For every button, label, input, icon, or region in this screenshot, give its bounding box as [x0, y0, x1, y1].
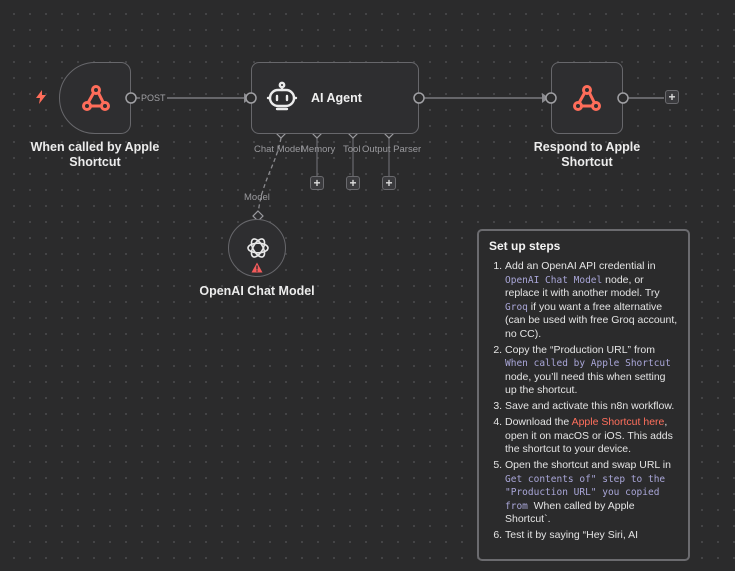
node-label-openai: OpenAI Chat Model [199, 284, 315, 298]
port-label-memory: Memory [301, 144, 336, 155]
trigger-bolt-icon [35, 90, 47, 109]
node-ai-agent[interactable]: AI Agent [251, 62, 419, 134]
add-tool-button[interactable]: + [346, 176, 360, 190]
output-port[interactable] [124, 91, 138, 105]
setup-step: Copy the “Production URL” from When call… [505, 344, 680, 398]
output-port[interactable] [616, 91, 630, 105]
node-label-webhook: When called by Apple Shortcut [30, 140, 160, 169]
webhook-icon [571, 82, 603, 119]
model-connection-label: Model [244, 192, 270, 203]
setup-step: Open the shortcut and swap URL in Get co… [505, 459, 680, 527]
setup-step: Save and activate this n8n workflow. [505, 400, 680, 414]
setup-step: Add an OpenAI API credential in OpenAI C… [505, 260, 680, 341]
port-label-tool: Tool [343, 144, 361, 155]
edge-label-post: POST [140, 93, 167, 103]
sticky-note-setup-steps[interactable]: Set up steps Add an OpenAI API credentia… [477, 229, 690, 561]
setup-step: Test it by saying “Hey Siri, AI [505, 529, 680, 543]
node-label-respond: Respond to Apple Shortcut [533, 140, 641, 169]
add-memory-button[interactable]: + [310, 176, 324, 190]
node-respond-to-webhook[interactable] [551, 62, 623, 134]
warning-icon[interactable] [251, 260, 263, 278]
inline-code: OpenAI Chat Model [505, 274, 603, 286]
input-port[interactable] [244, 91, 258, 105]
webhook-icon [80, 82, 112, 119]
inline-code: Groq [505, 301, 528, 313]
robot-icon [266, 81, 298, 118]
node-openai-chat-model[interactable] [228, 219, 286, 277]
setup-step: Download the Apple Shortcut here, open i… [505, 416, 680, 457]
node-webhook-trigger[interactable] [59, 62, 131, 134]
apple-shortcut-link[interactable]: Apple Shortcut here [572, 416, 665, 428]
ai-agent-title: AI Agent [311, 91, 362, 105]
add-output-parser-button[interactable]: + [382, 176, 396, 190]
port-label-output-parser: Output Parser [362, 144, 422, 155]
setup-steps-list: Add an OpenAI API credential in OpenAI C… [479, 260, 688, 545]
sticky-title: Set up steps [489, 239, 561, 253]
add-next-node-button[interactable]: + [665, 90, 679, 104]
output-port[interactable] [412, 91, 426, 105]
workflow-canvas[interactable]: POST When called by Apple Shortcut AI Ag… [0, 0, 735, 571]
input-port[interactable] [544, 91, 558, 105]
inline-code: When called by Apple Shortcut [505, 358, 671, 369]
port-label-chat-model: Chat Model [254, 144, 303, 155]
